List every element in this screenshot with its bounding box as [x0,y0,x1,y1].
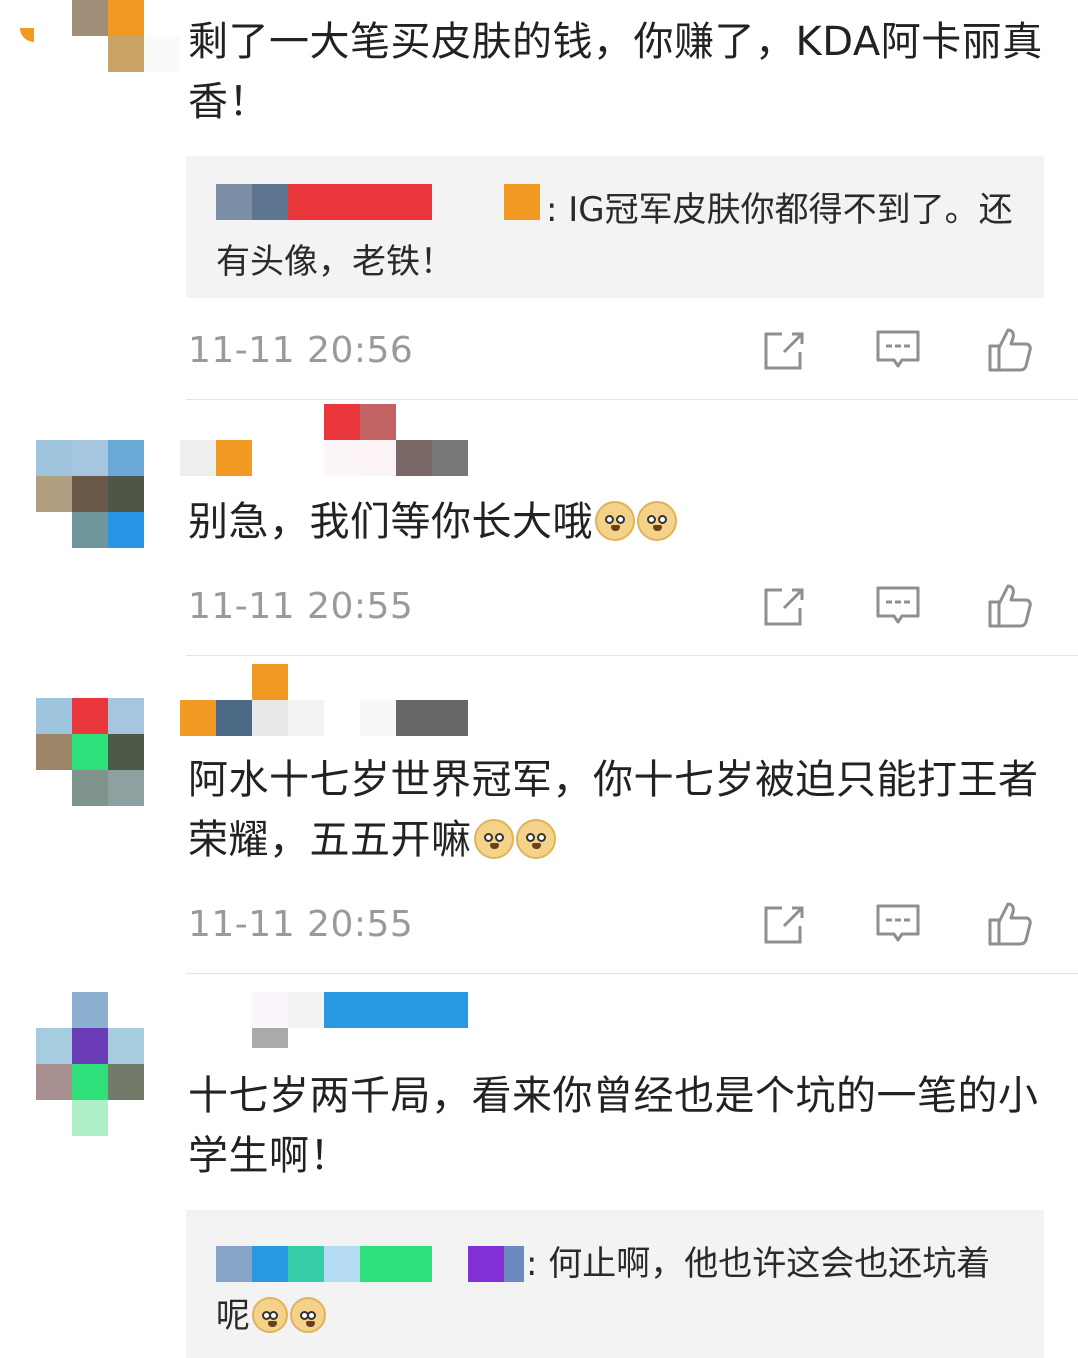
comment-3: 阿水十七岁世界冠军，你十七岁被迫只能打王者荣耀，五五开嘛 11-11 20:55 [0,656,1078,974]
reply-text: 何止啊，他也许这会也还坑着呢 [216,1244,991,1336]
comment-text: 别急，我们等你长大哦 [188,499,593,545]
thumbs-up-icon [988,328,1032,372]
repost-button[interactable] [760,900,808,948]
timestamp: 11-11 20:55 [188,586,414,627]
reply-box[interactable]: : 何止啊，他也许这会也还坑着呢 [186,1210,1044,1358]
repost-button[interactable] [760,582,808,630]
comment-bubble-icon [876,586,920,624]
reply-text: IG冠军皮肤你都得不到了。还有头像，老铁！ [216,190,1013,282]
repost-button[interactable] [760,326,808,374]
comment-text: 阿水十七岁世界冠军，你十七岁被迫只能打王者荣耀，五五开嘛 [188,757,1039,863]
avatar[interactable] [36,698,144,806]
doge-emoji-icon [252,1297,288,1333]
timestamp: 11-11 20:55 [188,904,414,945]
like-button[interactable] [986,900,1034,948]
reply-box[interactable]: : IG冠军皮肤你都得不到了。还有头像，老铁！ [186,156,1044,298]
username-mosaic[interactable] [180,664,468,736]
thumbs-up-icon [988,584,1032,628]
comment-button[interactable] [874,326,922,374]
timestamp: 11-11 20:56 [188,330,414,371]
comment-1: 剩了一大笔买皮肤的钱，你赚了，KDA阿卡丽真香！ : IG冠军皮肤你都得不到了。… [0,0,1078,400]
comment-2: 别急，我们等你长大哦 11-11 20:55 [0,400,1078,656]
avatar[interactable] [36,992,144,1136]
reply-text-line: : IG冠军皮肤你都得不到了。还有头像，老铁！ [216,184,1016,288]
avatar[interactable] [36,0,180,72]
comment-bubble-icon [876,904,920,942]
avatar[interactable] [36,440,144,548]
doge-emoji-icon [637,501,677,541]
comment-text-line: 别急，我们等你长大哦 [188,492,1048,552]
comment-button[interactable] [874,900,922,948]
like-button[interactable] [986,582,1034,630]
comment-text: 十七岁两千局，看来你曾经也是个坑的一笔的小学生啊！ [188,1073,1039,1179]
doge-emoji-icon [473,819,514,859]
comment-text: 剩了一大笔买皮肤的钱，你赚了，KDA阿卡丽真香！ [188,19,1043,125]
comment-button[interactable] [874,582,922,630]
doge-emoji-icon [290,1297,326,1333]
share-box-icon [764,588,804,626]
comment-4: 十七岁两千局，看来你曾经也是个坑的一笔的小学生啊！ : 何止啊，他也许这会也还坑… [0,974,1078,1358]
share-box-icon [764,906,804,944]
like-button[interactable] [986,326,1034,374]
comment-bubble-icon [876,330,920,368]
username-mosaic[interactable] [180,992,468,1064]
share-box-icon [764,332,804,370]
doge-emoji-icon [595,501,635,541]
reply-prefix: : [546,190,569,230]
reply-prefix: : [526,1244,549,1284]
reply-text-line: : 何止啊，他也许这会也还坑着呢 [216,1238,1016,1342]
doge-emoji-icon [515,819,556,859]
avatar-edge-mark [20,28,34,42]
username-mosaic[interactable] [180,404,468,476]
comment-text-line: 阿水十七岁世界冠军，你十七岁被迫只能打王者荣耀，五五开嘛 [188,750,1048,870]
thumbs-up-icon [988,902,1032,946]
